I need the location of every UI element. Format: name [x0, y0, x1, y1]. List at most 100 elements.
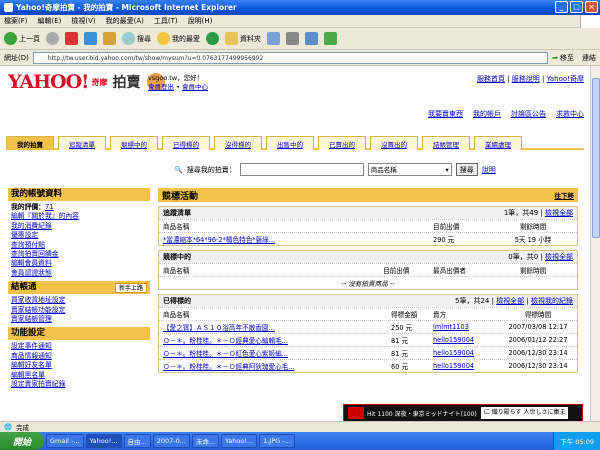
yahoo-logo[interactable]: YAHOO! — [8, 73, 89, 92]
back-button[interactable]: 上一頁 — [4, 32, 40, 45]
forum-link[interactable]: 討論區公告 — [511, 109, 546, 119]
table-row: 【愛之寶】ＡＳ１０浴高年不散香園... 250 元 lmlmt1103 2007/03… — [159, 320, 577, 333]
service-home-link[interactable]: 服務首頁 — [477, 75, 505, 83]
window-titlebar: Yahoo!奇摩拍賣 - 我的拍賣 - Microsoft Internet E… — [0, 0, 600, 15]
address-bar: 網址(D) http://tw.user.bid.yahoo.com/tw/sh… — [0, 50, 600, 66]
discuss-button[interactable] — [324, 32, 337, 45]
stop-button[interactable] — [65, 32, 78, 45]
taskbar-item[interactable]: 2007-0... — [152, 434, 190, 448]
media-button[interactable] — [206, 32, 219, 45]
address-label: 網址(D) — [4, 53, 29, 62]
rescue-link[interactable]: 求救中心 — [556, 109, 584, 119]
search-field-select[interactable]: 商品名稱 — [367, 163, 452, 176]
taskbar-item[interactable]: Gmail -... — [46, 434, 84, 448]
start-button[interactable]: 開始 — [0, 432, 44, 450]
ie-icon — [4, 3, 13, 12]
taskbar-item[interactable]: Yahoo!... — [85, 434, 122, 448]
won-viewall-link[interactable]: 檢視全部 — [496, 297, 524, 305]
home-button[interactable] — [103, 32, 116, 45]
newbie-button[interactable]: 新手上路 — [114, 282, 147, 293]
tab-sold[interactable]: 已賣出的 — [318, 136, 366, 150]
func-section-title: 功能設定 — [8, 327, 150, 341]
bidding-block: 競標中的 0筆，共0 | 檢視全部 商品名稱 目前出價 最高出價者 剩餘時間 -- 沒有… — [158, 250, 578, 290]
menu-help[interactable]: 說明(H) — [188, 16, 213, 26]
status-text: 完成 — [16, 424, 30, 432]
tab-watchlist[interactable]: 追蹤清單 — [58, 136, 106, 150]
edit-button[interactable] — [305, 32, 318, 45]
go-button[interactable]: ➡ 移至 — [552, 53, 574, 63]
go-arrow-icon: ➡ — [552, 53, 558, 62]
yahoo-logo-sub: 奇摩 — [91, 77, 108, 87]
jiebiao-section-title: 結帳通 新手上路 — [8, 281, 150, 295]
sell-link[interactable]: 我要賣東西 — [428, 109, 463, 119]
sidebar-item: 編輯會員資料 — [11, 259, 52, 268]
folder-icon — [225, 32, 238, 45]
close-button[interactable]: × — [585, 1, 598, 13]
scroll-thumb[interactable] — [592, 78, 600, 238]
won-title: 已得標的 — [163, 297, 191, 305]
menu-file[interactable]: 檔案(F) — [4, 16, 28, 26]
menu-view[interactable]: 檢視(V) — [71, 16, 95, 26]
refresh-button[interactable] — [84, 32, 97, 45]
clock[interactable]: 下午 05:09 — [560, 436, 594, 446]
taskbar-item[interactable]: 未命... — [191, 434, 220, 448]
forward-button[interactable] — [46, 32, 59, 45]
taskbar-item[interactable]: 自由... — [123, 434, 151, 448]
back-arrow-icon — [4, 32, 17, 45]
tab-unsold[interactable]: 沒賣出的 — [370, 136, 418, 150]
tab-bidding[interactable]: 競標中的 — [110, 136, 158, 150]
menu-edit[interactable]: 編輯(E) — [38, 16, 62, 26]
search-input[interactable] — [239, 163, 364, 176]
tab-won[interactable]: 已得標的 — [162, 136, 210, 150]
menu-tools[interactable]: 工具(T) — [154, 16, 178, 26]
menu-bar: 檔案(F) 編輯(E) 檢視(V) 我的最愛(A) 工具(T) 說明(H) — [0, 15, 600, 28]
maximize-button[interactable]: □ — [570, 1, 583, 13]
page-title: 拍賣 — [112, 75, 141, 91]
table-row: Ｏ－＊。粉桂桂。＊－Ｏ經典阿狄瑰愛心毛... 60 元 hello159004 200… — [159, 359, 577, 372]
address-input[interactable]: http://tw.user.bid.yahoo.com/tw/show/mys… — [32, 51, 549, 64]
table-row: *當濃縮本*64*96-2*橘色特色*藝綠... 290 元 5天 19 小時 — [159, 232, 577, 245]
links-label[interactable]: 連結 — [582, 53, 596, 63]
member-center-link[interactable]: 會員中心 — [182, 83, 208, 91]
sidebar-item: 賣家結帳功能設定 — [11, 305, 66, 314]
bidding-activity: 競標活動 往下移 追蹤清單 1筆，共49 | 檢視全部 商品名稱 目前出價 剩餘時間 *… — [158, 188, 578, 373]
help-link[interactable]: 服務說明 — [512, 75, 540, 83]
print-button[interactable] — [286, 32, 299, 45]
system-tray: 下午 05:09 — [553, 432, 600, 450]
bidding-viewall-link[interactable]: 檢視全部 — [545, 253, 573, 261]
won-block: 已得標的 5筆，共24 | 檢視全部 | 檢視我的紀錄 商品名稱 得標金額 賣方 得標時… — [158, 294, 578, 373]
tab-checkout[interactable]: 結帳管理 — [422, 136, 470, 150]
search-button[interactable]: 搜尋 — [122, 32, 151, 45]
user-greeting: vsgoo.tw，您好！ — [148, 74, 204, 82]
star-icon — [157, 32, 170, 45]
sidebar-item: 編輯好友名單 — [11, 361, 52, 370]
search-icon: 🔍 — [174, 165, 183, 174]
search-submit-button[interactable]: 搜尋 — [455, 163, 478, 176]
yahoo-home-link[interactable]: Yahoo!奇摩 — [547, 75, 584, 83]
favorites-button[interactable]: 我的最愛 — [157, 32, 200, 45]
won-records-link[interactable]: 檢視我的紀錄 — [531, 297, 573, 305]
minimize-button[interactable]: _ — [555, 1, 568, 13]
search-help-link[interactable]: 說明 — [482, 165, 496, 175]
taskbar-item[interactable]: Yahoo!... — [221, 434, 258, 448]
menu-favorites[interactable]: 我的最愛(A) — [106, 16, 144, 26]
tab-my-auction[interactable]: 我的拍賣 — [6, 136, 54, 150]
folders-button[interactable]: 資料夾 — [225, 32, 261, 45]
rating-value-link[interactable]: 71 — [45, 203, 54, 211]
top-links: 服務首頁 | 服務說明 | Yahoo!奇摩 — [476, 75, 584, 83]
table-header: 商品名稱 目前出價 最高出價者 剩餘時間 — [159, 263, 577, 276]
taskbar-item[interactable]: 1.JPG -... — [259, 434, 295, 448]
my-account-link[interactable]: 我的帳戶 — [473, 109, 501, 119]
tab-performance[interactable]: 業績處理 — [474, 136, 522, 150]
watchlist-title: 追蹤清單 — [163, 209, 191, 217]
tab-selling[interactable]: 出售中的 — [266, 136, 314, 150]
sidebar-item: 商品情報通知 — [11, 351, 52, 360]
logout-link[interactable]: 會員登出 — [148, 83, 174, 91]
mail-button[interactable] — [267, 32, 280, 45]
media-ticker[interactable]: Hit 1100 深夜・東京ミッドナイト(100) に 織り殿らす 人世しさに集… — [343, 404, 583, 422]
move-down-link[interactable]: 往下移 — [555, 190, 575, 200]
watchlist-viewall-link[interactable]: 檢視全部 — [545, 209, 573, 217]
tab-lost[interactable]: 沒得標的 — [214, 136, 262, 150]
watchlist-block: 追蹤清單 1筆，共49 | 檢視全部 商品名稱 目前出價 剩餘時間 *當濃縮本*64*… — [158, 206, 578, 246]
vertical-scrollbar[interactable] — [590, 66, 600, 421]
